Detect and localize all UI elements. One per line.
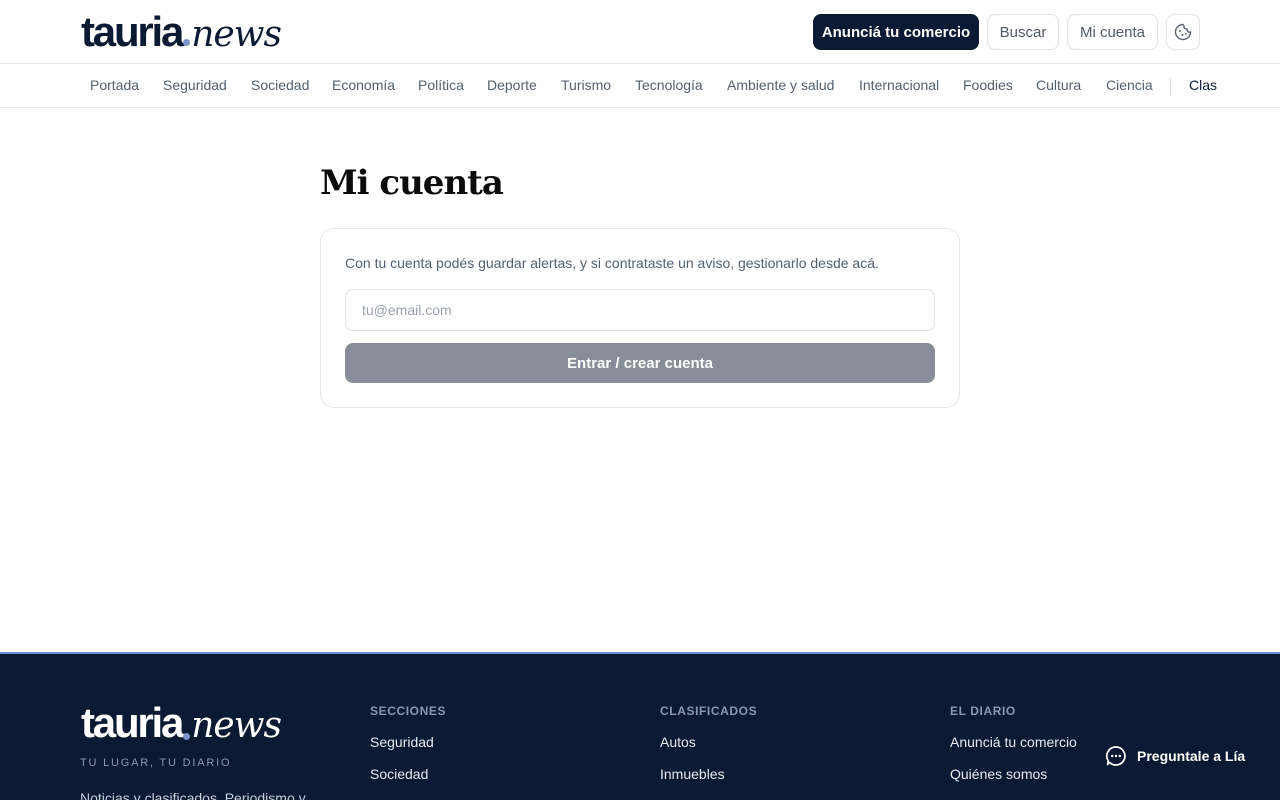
email-input[interactable] [345, 289, 935, 331]
footer-column-clasificados: CLASIFICADOS Autos Inmuebles [660, 704, 757, 782]
nav-item-politica[interactable]: Política [418, 65, 464, 107]
logo-dot [183, 39, 191, 46]
nav-item-ambiente-y-salud[interactable]: Ambiente y salud [727, 65, 834, 107]
site-footer: tauria news TU LUGAR, TU DIARIO Noticias… [0, 652, 1280, 800]
footer-column-heading: EL DIARIO [950, 704, 1016, 718]
nav-item-seguridad[interactable]: Seguridad [163, 65, 227, 107]
login-submit-button[interactable]: Entrar / crear cuenta [345, 343, 935, 383]
footer-column-el-diario: EL DIARIO Anunciá tu comercio Quiénes so… [950, 704, 1077, 782]
chat-assistant-button[interactable]: Preguntale a Lía [1095, 732, 1257, 780]
footer-logo-dot [183, 733, 191, 740]
nav-item-internacional[interactable]: Internacional [859, 65, 939, 107]
advertise-button[interactable]: Anunciá tu comercio [813, 14, 979, 50]
site-header: tauria news Anunciá tu comercio Buscar M… [0, 0, 1280, 64]
footer-link-anuncia[interactable]: Anunciá tu comercio [950, 734, 1077, 750]
nav-item-portada[interactable]: Portada [90, 65, 139, 107]
nav-item-deporte[interactable]: Deporte [487, 65, 537, 107]
nav-item-economia[interactable]: Economía [332, 65, 395, 107]
footer-description: Noticias y clasificados. Periodismo y [80, 790, 306, 800]
footer-logo-news-text: news [191, 705, 282, 746]
page-title: Mi cuenta [320, 163, 504, 203]
site-logo[interactable]: tauria news [81, 8, 282, 56]
footer-link-quienes-somos[interactable]: Quiénes somos [950, 766, 1077, 782]
cookie-settings-button[interactable] [1166, 14, 1200, 50]
nav-item-foodies[interactable]: Foodies [963, 65, 1013, 107]
nav-item-sociedad[interactable]: Sociedad [251, 65, 309, 107]
footer-column-secciones: SECCIONES Seguridad Sociedad [370, 704, 446, 782]
footer-column-heading: SECCIONES [370, 704, 447, 718]
footer-link-inmuebles[interactable]: Inmuebles [660, 766, 757, 782]
footer-link-sociedad[interactable]: Sociedad [370, 766, 446, 782]
footer-logo[interactable]: tauria news [81, 699, 282, 747]
footer-tagline: TU LUGAR, TU DIARIO [80, 757, 232, 769]
footer-column-heading: CLASIFICADOS [660, 704, 758, 718]
logo-wordmark: tauria [81, 8, 184, 55]
nav-item-ciencia[interactable]: Ciencia [1106, 65, 1153, 107]
nav-item-cultura[interactable]: Cultura [1036, 65, 1081, 107]
footer-link-autos[interactable]: Autos [660, 734, 757, 750]
nav-item-clasificados[interactable]: Clas [1189, 65, 1217, 107]
account-card: Con tu cuenta podés guardar alertas, y s… [320, 228, 960, 408]
footer-logo-wordmark: tauria [81, 699, 184, 746]
nav-divider [1170, 78, 1171, 95]
account-button[interactable]: Mi cuenta [1067, 14, 1158, 50]
account-description: Con tu cuenta podés guardar alertas, y s… [345, 255, 879, 271]
footer-link-seguridad[interactable]: Seguridad [370, 734, 446, 750]
nav-item-tecnologia[interactable]: Tecnología [635, 65, 703, 107]
nav-item-turismo[interactable]: Turismo [561, 65, 611, 107]
chat-bubble-icon [1105, 746, 1126, 766]
section-nav: Portada Seguridad Sociedad Economía Polí… [0, 65, 1280, 108]
chat-label: Preguntale a Lía [1137, 748, 1246, 764]
search-button[interactable]: Buscar [987, 14, 1059, 50]
cookie-icon [1174, 23, 1192, 41]
logo-news-text: news [191, 14, 282, 55]
